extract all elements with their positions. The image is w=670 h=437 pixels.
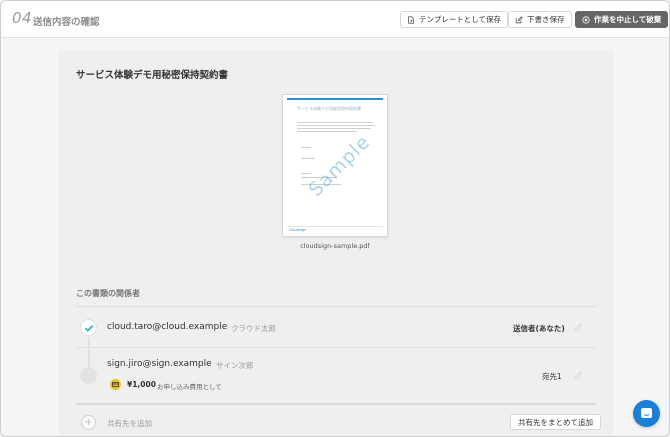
page-title: 送信内容の確認	[33, 17, 100, 28]
save-template-label: テンプレートとして保存	[419, 15, 502, 24]
sender-name: クラウド太郎	[231, 324, 276, 333]
parties-section-title: この書類の関係者	[76, 289, 140, 298]
thumbnail-text-line	[297, 122, 373, 123]
thumbnail-text-line	[297, 131, 357, 132]
thumbnail-text-line	[297, 128, 371, 129]
template-file-icon	[408, 15, 414, 24]
recipient-email: sign.jiro@sign.example	[107, 359, 212, 369]
sender-role: 送信者(あなた)	[513, 324, 565, 333]
fee-card-icon	[110, 379, 121, 390]
thumbnail-text-line	[297, 125, 375, 126]
recipient-name: サイン次郎	[216, 361, 254, 370]
recipient-status-pending	[80, 367, 97, 384]
step-number: 04	[12, 9, 33, 27]
edit-icon	[515, 15, 523, 23]
file-name: cloudsign-sample.pdf	[300, 242, 370, 250]
discard-label: 作業を中止して破棄	[594, 15, 662, 24]
pencil-icon[interactable]	[574, 371, 583, 380]
chat-support-button[interactable]	[633, 400, 660, 427]
thumbnail-header-bar	[287, 98, 383, 100]
save-template-button[interactable]: テンプレートとして保存	[400, 11, 509, 28]
fee-amount: ¥1,000	[127, 380, 156, 389]
fee-note: お申し込み費用として	[157, 383, 222, 391]
chat-icon	[641, 408, 652, 418]
thumbnail-footer-line	[287, 226, 383, 227]
main-content: サービス体験デモ用秘密保持契約書 サービス体験デモ用秘密保持契約書 Sample…	[59, 50, 613, 436]
document-title: サービス体験デモ用秘密保持契約書	[76, 70, 229, 81]
thumbnail-text-line	[301, 158, 315, 159]
add-share-label[interactable]: 共有先を追加	[107, 418, 152, 429]
divider	[76, 347, 596, 348]
check-icon	[84, 324, 93, 332]
sender-email: cloud.taro@cloud.example	[107, 322, 228, 332]
app-window: 04 送信内容の確認 テンプレートとして保存 下書き保存 作業を中止して破棄 サ…	[0, 0, 670, 437]
sender-status-check	[80, 319, 97, 336]
divider	[76, 306, 596, 307]
bulk-add-share-button[interactable]: 共有先をまとめて追加	[510, 414, 601, 430]
save-draft-button[interactable]: 下書き保存	[508, 11, 572, 28]
thumbnail-text-line	[301, 147, 311, 148]
flow-connector	[88, 337, 90, 367]
save-draft-label: 下書き保存	[527, 15, 565, 24]
thumbnail-text-line	[301, 173, 311, 174]
thumbnail-title: サービス体験デモ用秘密保持契約書	[297, 106, 361, 111]
sample-watermark: Sample	[304, 130, 375, 202]
close-circle-icon	[582, 15, 590, 24]
divider	[76, 403, 596, 405]
thumbnail-footer-logo: Cloudsign	[289, 228, 307, 232]
document-thumbnail[interactable]: サービス体験デモ用秘密保持契約書 Sample Cloudsign	[282, 94, 388, 237]
add-share-icon[interactable]: +	[81, 415, 96, 430]
discard-button[interactable]: 作業を中止して破棄	[575, 11, 669, 28]
page-header: 04 送信内容の確認 テンプレートとして保存 下書き保存 作業を中止して破棄	[1, 1, 669, 38]
pencil-icon	[574, 323, 583, 332]
recipient-role: 宛先1	[542, 372, 562, 381]
